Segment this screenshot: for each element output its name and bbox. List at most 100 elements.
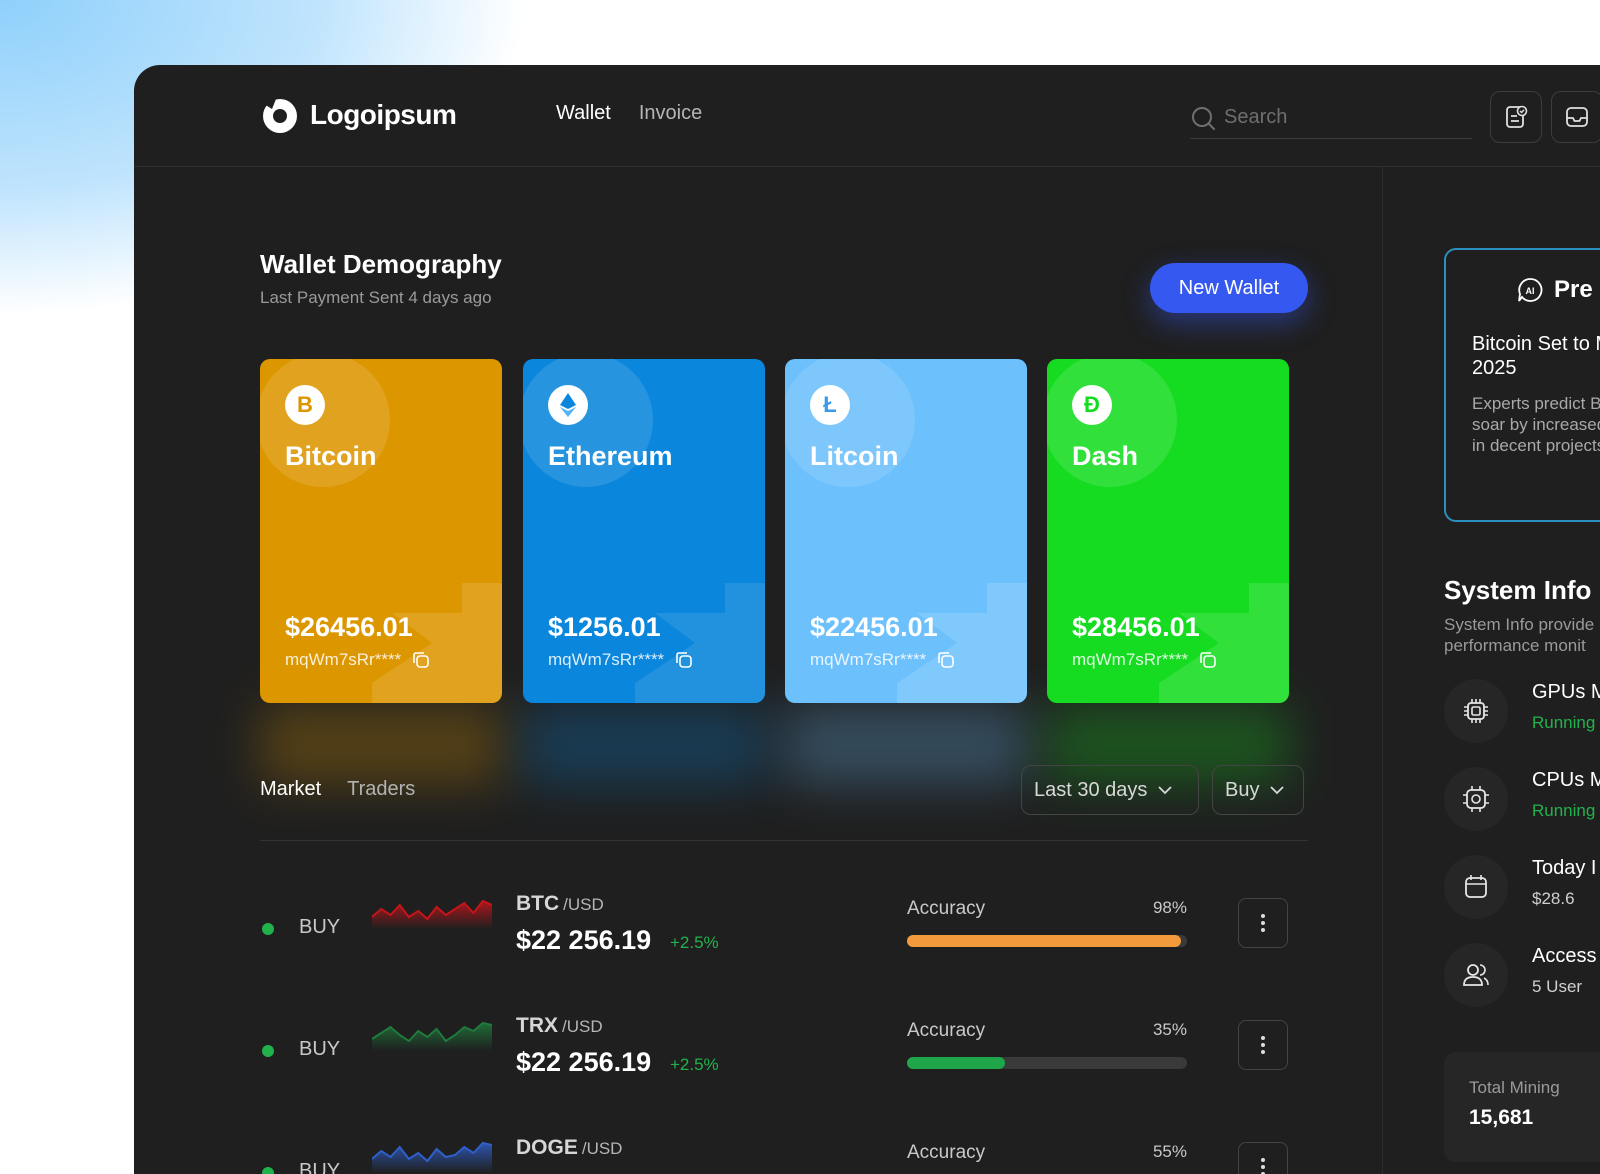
pair-quote: /USD	[563, 895, 604, 914]
notes-button[interactable]	[1490, 91, 1542, 143]
side-value: Buy	[1225, 778, 1260, 801]
brand-name: Logoipsum	[310, 99, 457, 130]
system-item-access[interactable]: Access 5 User	[1444, 943, 1600, 1007]
arrow-decoration	[372, 583, 502, 703]
system-item-cpus[interactable]: CPUs M Running	[1444, 767, 1600, 831]
copy-icon[interactable]	[674, 650, 694, 670]
address-text: mqWm7sRr****	[1072, 650, 1189, 669]
row-change: +2.5%	[670, 1055, 719, 1074]
wallet-card-dash[interactable]: Đ Dash $28456.01 mqWm7sRr****	[1047, 359, 1289, 703]
accuracy-value: 35%	[1152, 1020, 1187, 1039]
system-info-subtitle: System Info provide performance monit	[1444, 615, 1595, 655]
row-price: $22 256.19	[516, 925, 652, 955]
prediction-card[interactable]: AI Pre Bitcoin Set to Mid-2025 Experts p…	[1444, 248, 1600, 522]
pair-base: TRX	[516, 1014, 558, 1037]
prediction-header: AI Pre	[1516, 276, 1593, 304]
address-text: mqWm7sRr****	[548, 650, 665, 669]
nav-item-wallet[interactable]: Wallet	[556, 102, 611, 125]
market-divider	[260, 840, 1308, 841]
mining-label: Total Mining	[1469, 1078, 1560, 1097]
row-price: $22 256.19	[516, 1047, 652, 1077]
accuracy-value: 55%	[1152, 1142, 1187, 1161]
market-tabs: Market Traders	[260, 778, 415, 801]
card-glow	[260, 705, 502, 785]
total-mining-card: Total Mining 15,681	[1444, 1052, 1600, 1162]
row-pair: BTC/USD	[516, 892, 604, 916]
pair-quote: /USD	[581, 1139, 623, 1158]
system-item-title: Today I	[1532, 857, 1597, 879]
litecoin-icon: Ł	[810, 385, 850, 425]
card-amount: $1256.01	[548, 612, 661, 642]
card-address: mqWm7sRr****	[548, 650, 694, 670]
clipboard-check-icon	[1506, 105, 1528, 128]
accuracy-bar	[907, 935, 1187, 947]
system-info-title: System Info	[1444, 575, 1592, 605]
card-glow	[785, 705, 1027, 785]
inbox-button[interactable]	[1551, 91, 1600, 143]
nav-item-invoice[interactable]: Invoice	[639, 102, 702, 125]
card-name: Dash	[1072, 441, 1139, 471]
wallet-subtitle: Last Payment Sent 4 days ago	[260, 288, 492, 307]
market-row: BUY BTC/USD $22 256.19 +2.5% Accuracy 98…	[260, 892, 1308, 965]
copy-icon[interactable]	[936, 650, 956, 670]
arrow-decoration	[1159, 583, 1289, 703]
pair-base: DOGE	[516, 1136, 578, 1159]
dash-icon: Đ	[1072, 385, 1112, 425]
card-glow	[523, 705, 765, 785]
copy-icon[interactable]	[411, 650, 431, 670]
market-row: BUY DOGE/USD Accuracy 55%	[260, 1136, 1308, 1174]
sparkline	[372, 1021, 492, 1051]
inbox-icon	[1566, 107, 1588, 127]
bitcoin-icon: B	[285, 385, 325, 425]
row-pair: TRX/USD	[516, 1014, 603, 1038]
ethereum-icon	[548, 385, 588, 425]
arrow-decoration	[897, 583, 1027, 703]
prediction-title: Bitcoin Set to Mid-2025	[1472, 333, 1600, 379]
card-address: mqWm7sRr****	[285, 650, 431, 670]
row-more-button[interactable]	[1238, 1142, 1288, 1174]
sparkline	[372, 899, 492, 929]
status-dot	[262, 1167, 274, 1174]
status-dot	[262, 1045, 274, 1057]
period-dropdown[interactable]: Last 30 days	[1021, 765, 1199, 815]
accuracy-bar-fill	[907, 935, 1182, 947]
ai-chat-icon: AI	[1518, 278, 1543, 302]
system-item-today[interactable]: Today I $28.6	[1444, 855, 1600, 919]
arrow-decoration	[635, 583, 765, 703]
brand-logo[interactable]: Logoipsum	[260, 95, 457, 135]
sparkline-area	[372, 1143, 492, 1173]
card-name: Litcoin	[810, 441, 899, 471]
system-item-gpus[interactable]: GPUs M Running	[1444, 679, 1600, 743]
pair-quote: /USD	[562, 1017, 603, 1036]
row-change: +2.5%	[670, 933, 719, 952]
row-more-button[interactable]	[1238, 898, 1288, 948]
prediction-body: Experts predict Bitcoin will soar by inc…	[1472, 394, 1600, 455]
card-name: Bitcoin	[285, 441, 377, 471]
row-more-button[interactable]	[1238, 1020, 1288, 1070]
wallet-card-ethereum[interactable]: Ethereum $1256.01 mqWm7sRr****	[523, 359, 765, 703]
system-item-title: CPUs M	[1532, 769, 1600, 791]
row-pair: DOGE/USD	[516, 1136, 622, 1160]
wallet-card-bitcoin[interactable]: B Bitcoin $26456.01 mqWm7sRr****	[260, 359, 502, 703]
card-address: mqWm7sRr****	[1072, 650, 1218, 670]
card-amount: $26456.01	[285, 612, 413, 642]
new-wallet-button[interactable]: New Wallet	[1150, 263, 1308, 313]
side-dropdown[interactable]: Buy	[1212, 765, 1304, 815]
copy-icon[interactable]	[1198, 650, 1218, 670]
system-item-status: 5 User	[1532, 977, 1583, 996]
prediction-heading: Pre	[1554, 276, 1593, 303]
cpu-gear-icon	[1444, 767, 1508, 831]
tab-traders[interactable]: Traders	[347, 778, 415, 801]
tab-market[interactable]: Market	[260, 778, 321, 801]
search-input[interactable]	[1224, 106, 1454, 129]
card-amount: $28456.01	[1072, 612, 1200, 642]
wallet-card-litecoin[interactable]: Ł Litcoin $22456.01 mqWm7sRr****	[785, 359, 1027, 703]
system-item-status: Running	[1532, 713, 1596, 732]
app-window: Logoipsum Wallet Invoice Search Wallet D…	[134, 65, 1600, 1174]
system-item-status: Running	[1532, 801, 1596, 820]
svg-text:AI: AI	[1526, 286, 1535, 296]
accuracy-label: Accuracy	[907, 1142, 986, 1163]
chip-icon	[1444, 679, 1508, 743]
sparkline	[372, 1141, 492, 1173]
status-dot	[262, 923, 274, 935]
